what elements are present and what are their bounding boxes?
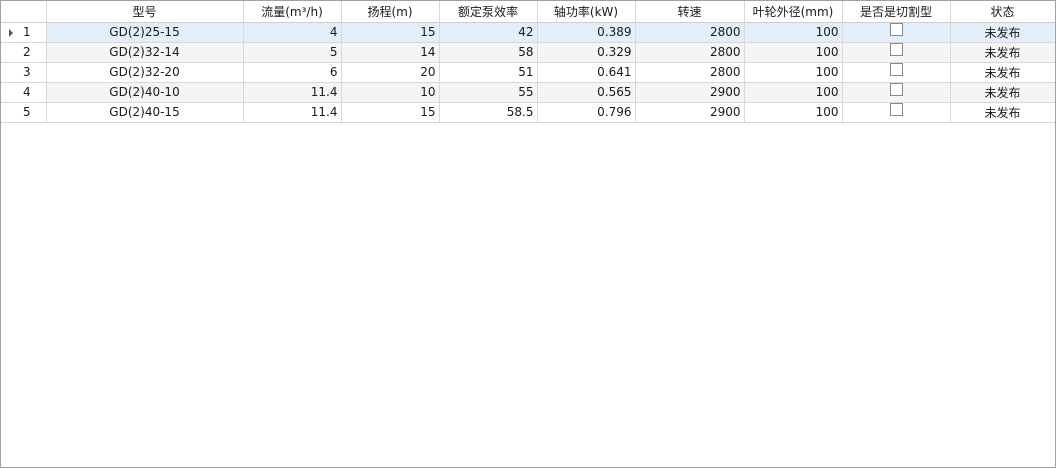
cell-flow[interactable]: 11.4 [243, 82, 342, 103]
cell-status[interactable]: 未发布 [950, 42, 1055, 63]
cell-efficiency[interactable]: 58 [439, 42, 538, 63]
cell-status[interactable]: 未发布 [950, 22, 1055, 43]
current-row-arrow-icon [9, 28, 13, 37]
cell-diameter[interactable]: 100 [744, 82, 843, 103]
cell-model[interactable]: GD(2)32-20 [46, 62, 244, 83]
cell-speed[interactable]: 2900 [635, 82, 745, 103]
cell-diameter[interactable]: 100 [744, 42, 843, 63]
cell-head[interactable]: 15 [341, 102, 440, 123]
row-header[interactable]: 3 [1, 62, 47, 83]
row-index: 4 [23, 85, 31, 99]
cell-speed[interactable]: 2900 [635, 102, 745, 123]
table-row[interactable]: 1 GD(2)25-15 4 15 42 0.389 2800 100 未发布 [1, 22, 1055, 43]
cell-speed[interactable]: 2800 [635, 22, 745, 43]
is-cut-checkbox[interactable] [889, 83, 903, 96]
column-header-is-cut[interactable]: 是否是切割型 [842, 1, 951, 23]
cell-efficiency[interactable]: 58.5 [439, 102, 538, 123]
cell-head[interactable]: 20 [341, 62, 440, 83]
is-cut-checkbox[interactable] [889, 103, 903, 116]
row-header[interactable]: 5 [1, 102, 47, 123]
cell-head[interactable]: 15 [341, 22, 440, 43]
column-header-flow[interactable]: 流量(m³/h) [243, 1, 342, 23]
cell-model[interactable]: GD(2)40-10 [46, 82, 244, 103]
table-row[interactable]: 5 GD(2)40-15 11.4 15 58.5 0.796 2900 100 未发布 [1, 102, 1055, 123]
column-header-power[interactable]: 轴功率(kW) [537, 1, 636, 23]
cell-power[interactable]: 0.641 [537, 62, 636, 83]
cell-head[interactable]: 10 [341, 82, 440, 103]
is-cut-checkbox[interactable] [889, 63, 903, 76]
cell-flow[interactable]: 11.4 [243, 102, 342, 123]
cell-power[interactable]: 0.389 [537, 22, 636, 43]
table-row[interactable]: 3 GD(2)32-20 6 20 51 0.641 2800 100 未发布 [1, 62, 1055, 83]
cell-diameter[interactable]: 100 [744, 22, 843, 43]
row-index: 1 [23, 25, 31, 39]
cell-is-cut[interactable] [842, 42, 951, 63]
cell-flow[interactable]: 6 [243, 62, 342, 83]
cell-diameter[interactable]: 100 [744, 102, 843, 123]
cell-flow[interactable]: 5 [243, 42, 342, 63]
cell-is-cut[interactable] [842, 82, 951, 103]
table-row[interactable]: 4 GD(2)40-10 11.4 10 55 0.565 2900 100 未发布 [1, 82, 1055, 103]
pump-data-grid[interactable]: 型号 流量(m³/h) 扬程(m) 额定泵效率 轴功率(kW) 转速 叶轮外径(… [0, 0, 1056, 468]
column-header-diameter[interactable]: 叶轮外径(mm) [744, 1, 843, 23]
row-index: 3 [23, 65, 31, 79]
row-header[interactable]: 2 [1, 42, 47, 63]
cell-speed[interactable]: 2800 [635, 42, 745, 63]
row-header[interactable]: 4 [1, 82, 47, 103]
cell-model[interactable]: GD(2)40-15 [46, 102, 244, 123]
is-cut-checkbox[interactable] [889, 23, 903, 36]
column-header-status[interactable]: 状态 [950, 1, 1055, 23]
cell-speed[interactable]: 2800 [635, 62, 745, 83]
cell-is-cut[interactable] [842, 102, 951, 123]
header-row: 型号 流量(m³/h) 扬程(m) 额定泵效率 轴功率(kW) 转速 叶轮外径(… [1, 1, 1055, 23]
cell-diameter[interactable]: 100 [744, 62, 843, 83]
row-header[interactable]: 1 [1, 22, 47, 43]
cell-status[interactable]: 未发布 [950, 82, 1055, 103]
cell-power[interactable]: 0.329 [537, 42, 636, 63]
cell-is-cut[interactable] [842, 22, 951, 43]
column-header-model[interactable]: 型号 [46, 1, 244, 23]
cell-efficiency[interactable]: 55 [439, 82, 538, 103]
cell-model[interactable]: GD(2)32-14 [46, 42, 244, 63]
row-index: 2 [23, 45, 31, 59]
pump-table: 型号 流量(m³/h) 扬程(m) 额定泵效率 轴功率(kW) 转速 叶轮外径(… [1, 1, 1055, 123]
corner-header[interactable] [1, 1, 47, 23]
cell-status[interactable]: 未发布 [950, 62, 1055, 83]
is-cut-checkbox[interactable] [889, 43, 903, 56]
row-index: 5 [23, 105, 31, 119]
cell-head[interactable]: 14 [341, 42, 440, 63]
cell-power[interactable]: 0.796 [537, 102, 636, 123]
column-header-head[interactable]: 扬程(m) [341, 1, 440, 23]
cell-power[interactable]: 0.565 [537, 82, 636, 103]
cell-efficiency[interactable]: 51 [439, 62, 538, 83]
cell-is-cut[interactable] [842, 62, 951, 83]
cell-flow[interactable]: 4 [243, 22, 342, 43]
cell-model[interactable]: GD(2)25-15 [46, 22, 244, 43]
cell-efficiency[interactable]: 42 [439, 22, 538, 43]
column-header-efficiency[interactable]: 额定泵效率 [439, 1, 538, 23]
table-row[interactable]: 2 GD(2)32-14 5 14 58 0.329 2800 100 未发布 [1, 42, 1055, 63]
cell-status[interactable]: 未发布 [950, 102, 1055, 123]
column-header-speed[interactable]: 转速 [635, 1, 745, 23]
